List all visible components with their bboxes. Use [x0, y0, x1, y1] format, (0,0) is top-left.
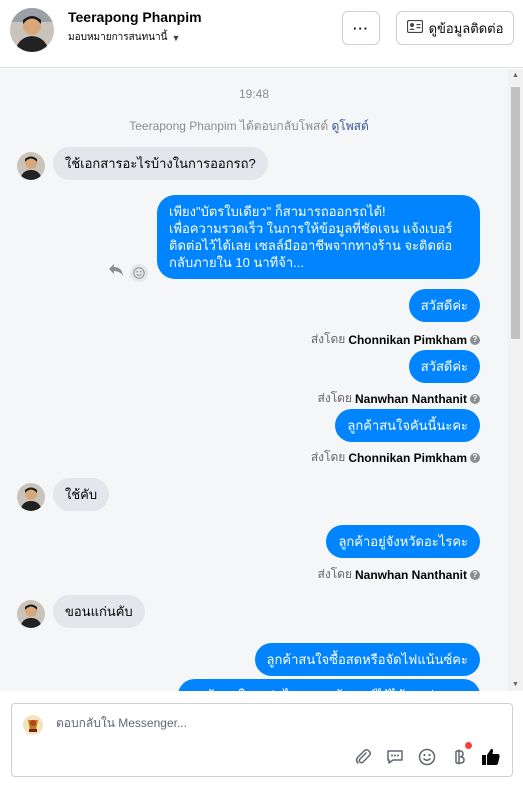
contact-card-icon — [406, 19, 423, 36]
question-icon[interactable]: ? — [470, 569, 480, 580]
incoming-message[interactable]: ขอนแก่นคับ — [53, 595, 145, 628]
sender-name: Nanwhan Nanthanit — [354, 567, 467, 582]
question-icon[interactable]: ? — [470, 452, 480, 463]
chat-bubble-icon[interactable] — [384, 746, 406, 768]
sent-by-prefix: ส่งโดย — [310, 332, 346, 346]
emoji-icon[interactable] — [130, 263, 148, 282]
more-icon: ··· — [353, 20, 369, 36]
sender-name: Chonnikan Pimkham — [348, 332, 467, 347]
sent-by-prefix: ส่งโดย — [317, 567, 352, 581]
incoming-message[interactable]: ใช้คับ — [53, 478, 110, 511]
sender-name: Chonnikan Pimkham — [348, 450, 467, 465]
reply-icon[interactable] — [108, 263, 124, 282]
assign-label: มอบหมายการสนทนานี้ — [68, 32, 168, 43]
sender-avatar — [17, 483, 45, 511]
sent-by-prefix: ส่งโดย — [310, 450, 346, 464]
thread-scrollbar[interactable]: ▲ ▼ — [508, 69, 523, 691]
message-thread: 19:48 Teerapong Phanpim ได้ตอบกลับโพสต์ … — [0, 69, 508, 691]
thumbs-up-icon[interactable] — [480, 746, 502, 768]
scroll-thumb[interactable] — [511, 87, 520, 339]
view-contact-label: ดูข้อมูลติดต่อ — [428, 20, 504, 36]
sent-by-label: ส่งโดย Nanwhan Nanthanit ? — [318, 389, 480, 408]
sender-avatar — [17, 600, 45, 628]
sent-by-label: ส่งโดย Nanwhan Nanthanit ? — [318, 565, 480, 584]
sender-avatar — [17, 152, 45, 180]
outgoing-message[interactable]: ลูกค้าอยู่จังหวัดอะไรคะ — [326, 525, 480, 558]
outgoing-message[interactable]: ลูกค้าสนใจซื้อสดหรือจัดไฟแน้นซ์คะ — [254, 643, 480, 676]
emoji-icon[interactable] — [416, 746, 438, 768]
caret-down-icon: ▼ — [171, 32, 181, 43]
post-reply-note: Teerapong Phanpim ได้ตอบกลับโพสต์ ดูโพสต… — [0, 117, 498, 136]
outgoing-message[interactable]: ลูกค้าสนใจคันนี้นะคะ — [335, 409, 480, 442]
reply-note-text: Teerapong Phanpim ได้ตอบกลับโพสต์ — [129, 119, 329, 133]
conversation-header: Teerapong Phanpim มอบหมายการสนทนานี้ ▼ ·… — [0, 0, 523, 68]
sent-by-prefix: ส่งโดย — [317, 391, 352, 405]
paperclip-icon[interactable] — [352, 746, 374, 768]
reply-composer — [11, 703, 513, 777]
outgoing-message[interactable]: เพียง"บัตรใบเดียว" ก็สามารถออกรถได้! เพื… — [157, 195, 480, 279]
sender-name: Nanwhan Nanthanit — [354, 391, 467, 406]
scroll-up-icon[interactable]: ▲ — [512, 72, 519, 79]
notification-dot — [465, 742, 472, 749]
view-contact-button[interactable]: ดูข้อมูลติดต่อ — [396, 11, 514, 45]
outgoing-message[interactable]: สวัสดีค่ะ — [408, 289, 480, 322]
assign-conversation-dropdown[interactable]: มอบหมายการสนทนานี้ ▼ — [68, 30, 180, 45]
outgoing-message[interactable]: สวัสดีค่ะ — [408, 350, 480, 383]
message-actions — [108, 263, 148, 282]
reply-input[interactable] — [56, 716, 356, 730]
user-avatar[interactable] — [10, 8, 54, 52]
sent-by-label: ส่งโดย Chonnikan Pimkham ? — [311, 448, 480, 467]
view-post-link[interactable]: ดูโพสต์ — [331, 119, 368, 133]
incoming-message[interactable]: ใช้เอกสารอะไรบ้างในการออกรถ? — [53, 147, 268, 180]
question-icon[interactable]: ? — [470, 393, 480, 404]
contact-name: Teerapong Phanpim — [68, 9, 202, 25]
baht-icon[interactable] — [448, 746, 470, 768]
timestamp: 19:48 — [238, 87, 270, 101]
more-options-button[interactable]: ··· — [342, 11, 380, 45]
scroll-down-icon[interactable]: ▼ — [512, 681, 519, 688]
question-icon[interactable]: ? — [470, 334, 480, 345]
outgoing-message[interactable]: ลูกค้าสนใจรถรุ่นไหนคะ แจ้งเบอร์ไว้ได้เลย… — [178, 679, 480, 691]
sent-by-label: ส่งโดย Chonnikan Pimkham ? — [311, 330, 480, 349]
page-avatar — [22, 714, 44, 736]
